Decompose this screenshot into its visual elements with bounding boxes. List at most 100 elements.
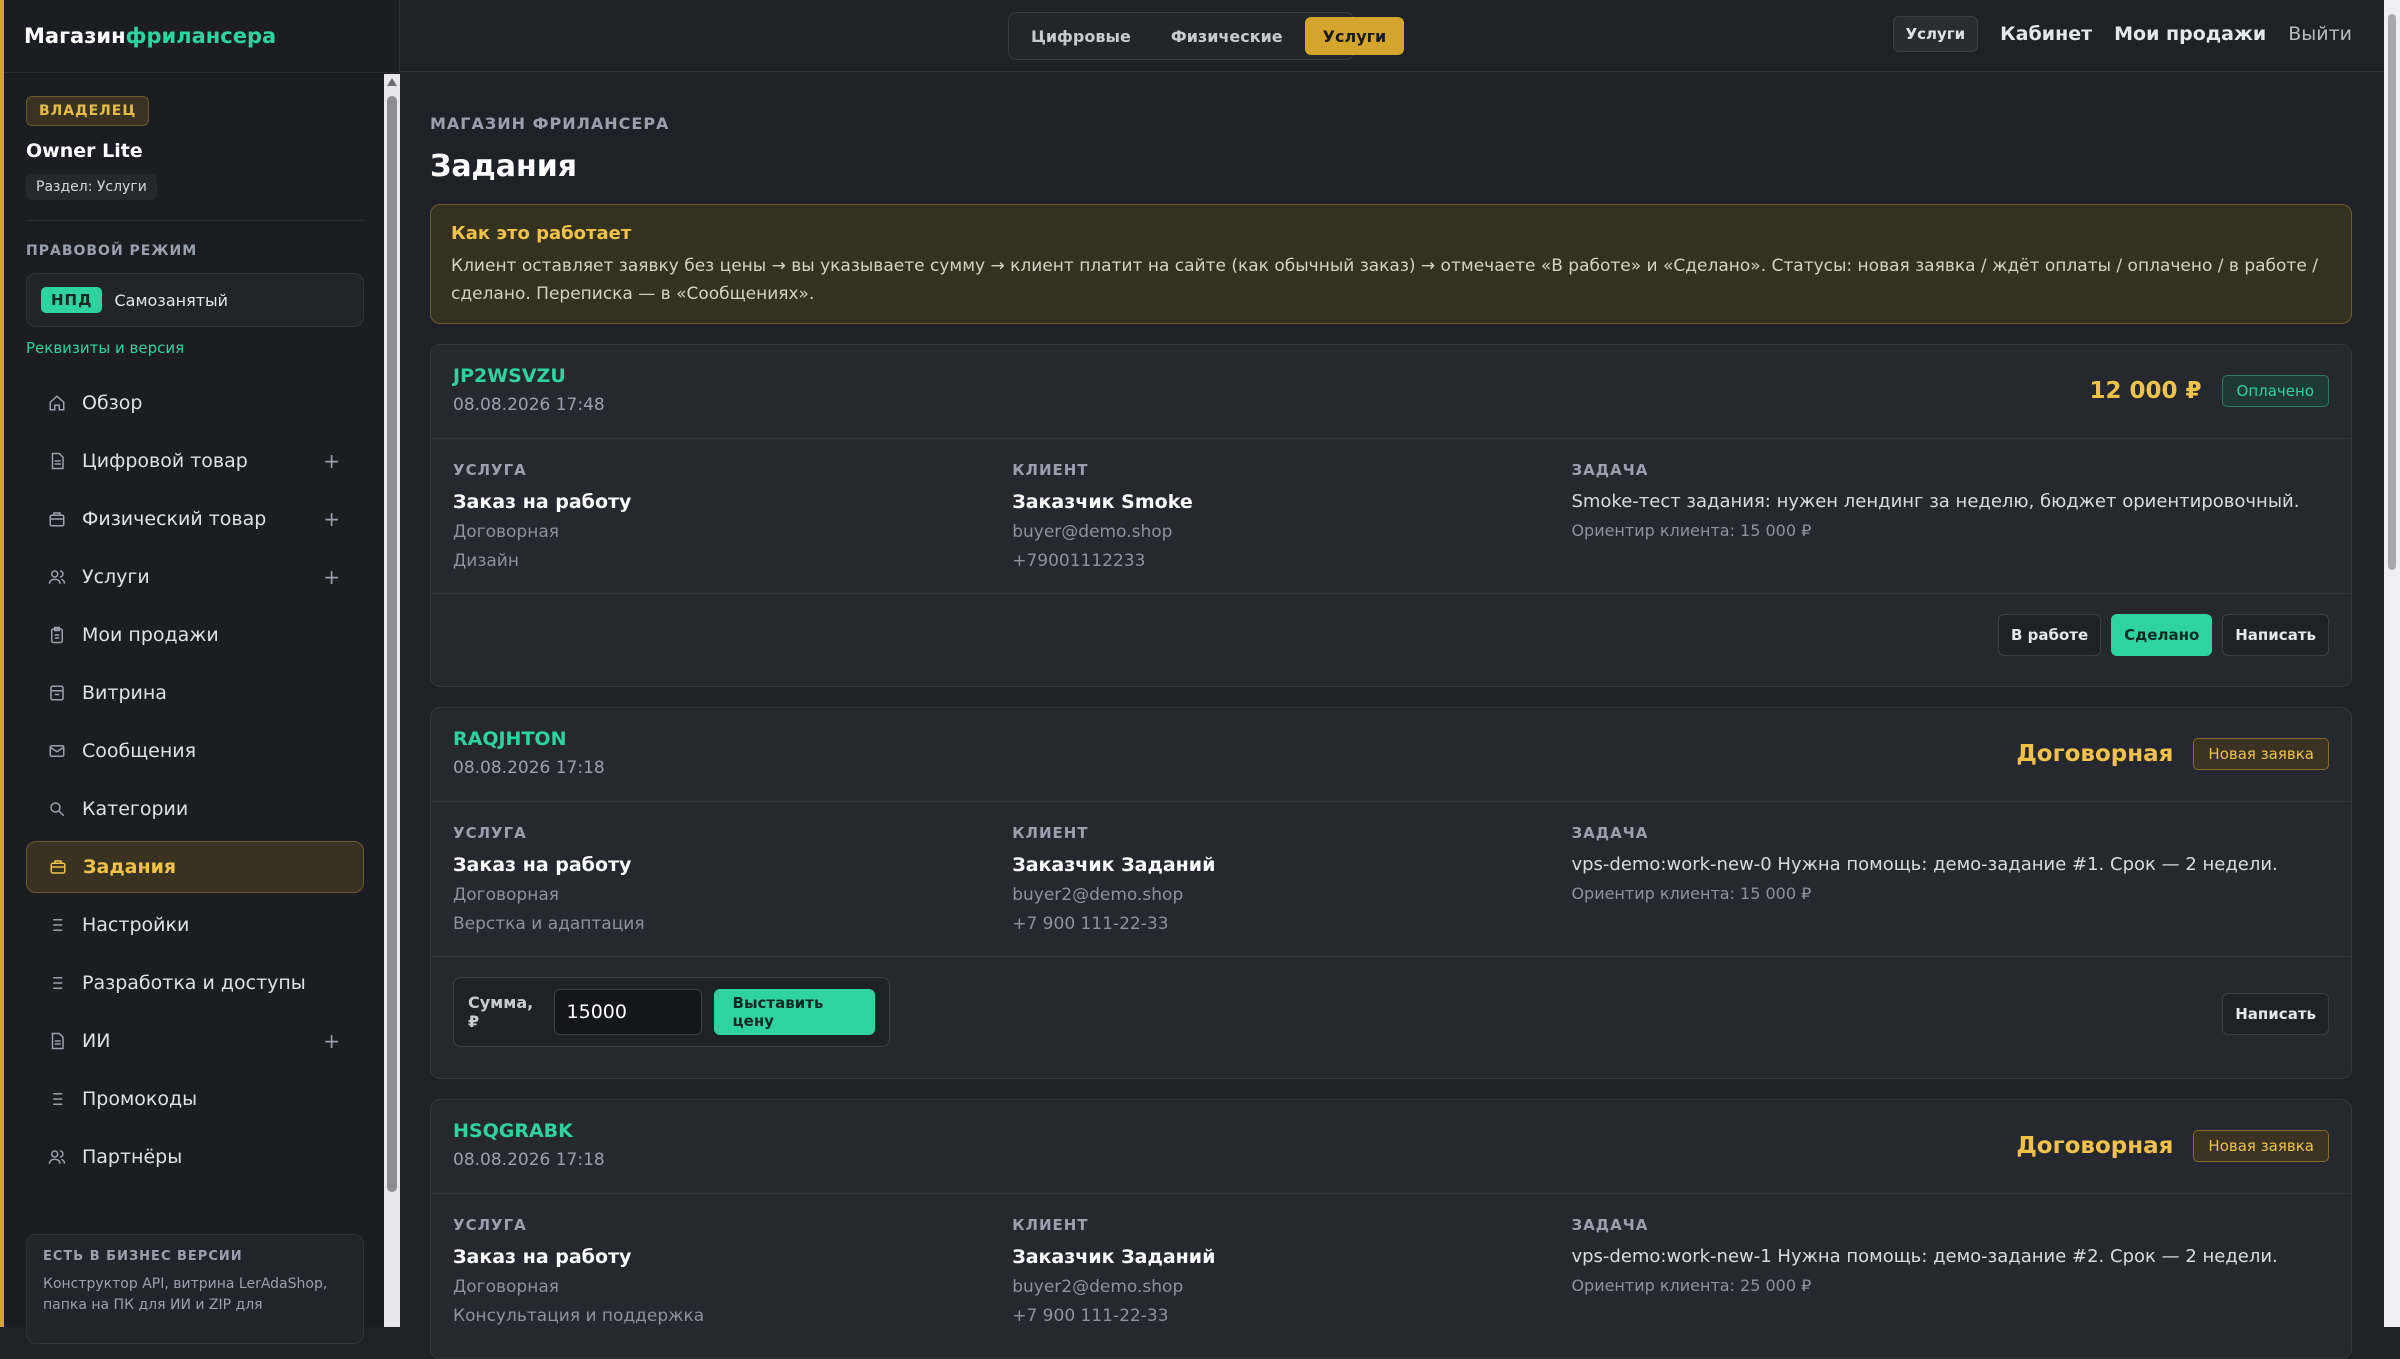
status-badge: Оплачено: [2221, 375, 2329, 407]
users-icon: [46, 566, 68, 588]
sidebar-item-overview[interactable]: Обзор: [26, 377, 364, 429]
owner-name: Owner Lite: [26, 140, 143, 162]
service-name: Заказ на работу: [453, 854, 632, 876]
nav-my-sales-link[interactable]: Мои продажи: [2114, 23, 2266, 45]
sidebar-item-digital-goods[interactable]: Цифровой товар +: [26, 435, 364, 487]
current-section-chip[interactable]: Услуги: [1892, 16, 1979, 52]
scrollbar-thumb[interactable]: [387, 96, 397, 1192]
task-description: vps-demo:work-new-0 Нужна помощь: демо-з…: [1571, 854, 2278, 875]
plus-icon[interactable]: +: [323, 507, 340, 531]
sidebar-item-label: Обзор: [82, 392, 143, 414]
service-price: Договорная: [453, 885, 559, 905]
in-progress-button[interactable]: В работе: [1998, 614, 2102, 656]
legal-mode-box: НПД Самозанятый: [26, 273, 364, 327]
sidebar-item-dev-access[interactable]: Разработка и доступы: [26, 957, 364, 1009]
role-badge: ВЛАДЕЛЕЦ: [26, 96, 150, 126]
notice-title: Как это работает: [451, 223, 632, 244]
list-icon: [46, 1088, 68, 1110]
amount-input[interactable]: [553, 989, 702, 1035]
service-category: Консультация и поддержка: [453, 1306, 705, 1326]
business-version-text: Конструктор API, витрина LerAdaShop, пап…: [43, 1276, 328, 1313]
sidebar-item-storefront[interactable]: Витрина: [26, 667, 364, 719]
client-column: КЛИЕНТ Заказчик Заданий buyer2@demo.shop…: [1012, 824, 1571, 934]
sidebar-item-settings[interactable]: Настройки: [26, 899, 364, 951]
page-scrollbar[interactable]: [2384, 0, 2400, 1327]
sidebar-item-label: Категории: [82, 798, 189, 820]
client-budget: Ориентир клиента: 25 000 ₽: [1571, 1276, 1812, 1295]
tab-services[interactable]: Услуги: [1304, 17, 1405, 55]
page-eyebrow: МАГАЗИН ФРИЛАНСЕРА: [430, 114, 670, 133]
brand-logo[interactable]: Магазинфрилансера: [24, 20, 276, 52]
sidebar-scrollbar[interactable]: [384, 74, 400, 1327]
sidebar-item-categories[interactable]: Категории: [26, 783, 364, 835]
sidebar-item-tasks[interactable]: Задания: [26, 841, 364, 893]
service-column: УСЛУГА Заказ на работу Договорная Дизайн: [453, 461, 1012, 571]
how-it-works-notice: Как это работает Клиент оставляет заявку…: [430, 204, 2352, 324]
clipboard-icon: [46, 624, 68, 646]
sidebar-item-label: Настройки: [82, 914, 190, 936]
task-card: RAQJHTON 08.08.2026 17:18 Договорная Нов…: [430, 707, 2352, 1079]
sidebar-item-my-sales[interactable]: Мои продажи: [26, 609, 364, 661]
client-label: КЛИЕНТ: [1012, 824, 1089, 842]
requisites-link[interactable]: Реквизиты и версия: [26, 339, 364, 357]
notice-text: Клиент оставляет заявку без цены → вы ук…: [451, 256, 2318, 304]
top-nav: Услуги Кабинет Мои продажи Выйти: [1892, 16, 2352, 52]
list-icon: [46, 972, 68, 994]
sidebar-item-label: Цифровой товар: [82, 450, 248, 472]
box-icon: [46, 508, 68, 530]
done-button[interactable]: Сделано: [2111, 614, 2213, 656]
sidebar-item-services[interactable]: Услуги +: [26, 551, 364, 603]
sidebar-item-partners[interactable]: Партнёры: [26, 1131, 364, 1183]
task-price: Договорная: [2016, 741, 2174, 767]
task-card-body: УСЛУГА Заказ на работу Договорная Верстк…: [431, 802, 2351, 934]
search-icon: [46, 798, 68, 820]
mail-icon: [46, 740, 68, 762]
task-card-footer: В работе Сделано Написать: [431, 593, 2351, 675]
home-icon: [46, 392, 68, 414]
scrollbar-thumb[interactable]: [2388, 14, 2396, 570]
client-phone: +7 900 111-22-33: [1012, 914, 1169, 934]
service-label: УСЛУГА: [453, 824, 527, 842]
task-actions: Написать: [2222, 993, 2329, 1035]
task-label: ЗАДАЧА: [1571, 1216, 1649, 1234]
tab-digital[interactable]: Цифровые: [1013, 17, 1149, 55]
scroll-up-arrow-icon[interactable]: [387, 78, 397, 86]
sidebar-item-promocodes[interactable]: Промокоды: [26, 1073, 364, 1125]
plus-icon[interactable]: +: [323, 449, 340, 473]
task-id[interactable]: JP2WSVZU: [453, 365, 2329, 387]
client-name: Заказчик Smoke: [1012, 491, 1193, 513]
sidebar-item-label: Физический товар: [82, 508, 267, 530]
plus-icon[interactable]: +: [323, 565, 340, 589]
logout-link[interactable]: Выйти: [2288, 23, 2352, 45]
client-label: КЛИЕНТ: [1012, 461, 1089, 479]
sidebar-item-label: Партнёры: [82, 1146, 183, 1168]
sidebar-item-label: Разработка и доступы: [82, 972, 306, 994]
sidebar-item-messages[interactable]: Сообщения: [26, 725, 364, 777]
write-message-button[interactable]: Написать: [2222, 614, 2329, 656]
task-card: JP2WSVZU 08.08.2026 17:48 12 000 ₽ Оплач…: [430, 344, 2352, 687]
service-name: Заказ на работу: [453, 491, 632, 513]
task-card-header: RAQJHTON 08.08.2026 17:18 Договорная Нов…: [431, 708, 2351, 802]
task-card-footer: Сумма, ₽ Выставить цену Написать: [431, 956, 2351, 1066]
set-price-button[interactable]: Выставить цену: [713, 989, 875, 1035]
write-message-button[interactable]: Написать: [2222, 993, 2329, 1035]
task-column: ЗАДАЧА Smoke-тест задания: нужен лендинг…: [1571, 461, 2329, 571]
tab-physical[interactable]: Физические: [1153, 17, 1301, 55]
client-email: buyer2@demo.shop: [1012, 885, 1184, 905]
sidebar-item-physical-goods[interactable]: Физический товар +: [26, 493, 364, 545]
service-column: УСЛУГА Заказ на работу Договорная Верстк…: [453, 824, 1012, 934]
client-phone: +79001112233: [1012, 551, 1146, 571]
brand-name-part2: фрилансера: [125, 24, 277, 48]
service-column: УСЛУГА Заказ на работу Договорная Консул…: [453, 1216, 1012, 1326]
client-label: КЛИЕНТ: [1012, 1216, 1089, 1234]
nav-cabinet-link[interactable]: Кабинет: [2000, 23, 2092, 45]
task-summary: Договорная Новая заявка: [2016, 1130, 2329, 1162]
task-card-header: JP2WSVZU 08.08.2026 17:48 12 000 ₽ Оплач…: [431, 345, 2351, 439]
sidebar-item-label: Сообщения: [82, 740, 197, 762]
sidebar-item-label: Услуги: [82, 566, 150, 588]
sidebar-item-label: ИИ: [82, 1030, 111, 1052]
client-name: Заказчик Заданий: [1012, 1246, 1216, 1268]
sidebar-item-ai[interactable]: ИИ +: [26, 1015, 364, 1067]
plus-icon[interactable]: +: [323, 1029, 340, 1053]
task-label: ЗАДАЧА: [1571, 461, 1649, 479]
